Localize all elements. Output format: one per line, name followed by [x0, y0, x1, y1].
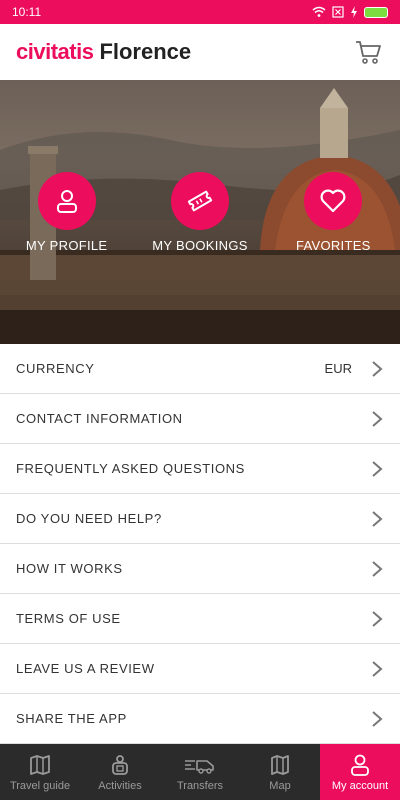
status-time: 10:11: [12, 5, 42, 19]
app-logo: civitatis Florence: [16, 39, 352, 65]
tab-travel-guide[interactable]: Travel guide: [0, 744, 80, 800]
currency-value: EUR: [324, 361, 352, 376]
my-bookings-circle: [170, 172, 229, 230]
tab-label: My account: [331, 779, 389, 792]
charging-icon: [351, 6, 357, 18]
my-bookings-button[interactable]: MY BOOKINGS: [135, 172, 265, 253]
chevron-right-icon: [372, 610, 383, 627]
tab-label: Activities: [98, 779, 142, 792]
chevron-right-icon: [372, 410, 383, 427]
menu-item-need-help[interactable]: DO YOU NEED HELP?: [0, 494, 400, 544]
app-header: civitatis Florence: [0, 24, 400, 80]
battery-icon: [364, 6, 388, 18]
menu-item-leave-review[interactable]: LEAVE US A REVIEW: [0, 644, 400, 694]
chevron-right-icon: [372, 460, 383, 477]
tab-my-account[interactable]: My account: [320, 744, 400, 800]
menu-item-currency[interactable]: CURRENCY EUR: [0, 344, 400, 394]
tab-label: Map: [269, 779, 291, 792]
chevron-right-icon: [372, 510, 383, 527]
menu-item-share-app[interactable]: SHARE THE APP: [0, 694, 400, 744]
my-profile-label: MY PROFILE: [25, 238, 108, 253]
hero-banner: MY PROFILE MY BOOKINGS FAVORITES: [0, 80, 400, 344]
menu-item-label: CONTACT INFORMATION: [16, 411, 183, 426]
menu-item-label: FREQUENTLY ASKED QUESTIONS: [16, 461, 245, 476]
menu-item-how-it-works[interactable]: HOW IT WORKS: [0, 544, 400, 594]
chevron-right-icon: [372, 710, 383, 727]
account-menu: CURRENCY EUR CONTACT INFORMATION FREQUEN…: [0, 344, 400, 744]
cart-icon: [356, 41, 381, 64]
my-profile-circle: [37, 172, 96, 230]
tab-activities[interactable]: Activities: [80, 744, 160, 800]
my-bookings-label: MY BOOKINGS: [152, 238, 248, 253]
menu-item-label: CURRENCY: [16, 361, 95, 376]
chevron-right-icon: [372, 560, 383, 577]
menu-item-faq[interactable]: FREQUENTLY ASKED QUESTIONS: [0, 444, 400, 494]
my-account-screen: 10:11 civitatis Florence MY PROFILE MY B…: [0, 0, 400, 800]
activity-icon: [112, 754, 128, 775]
my-profile-button[interactable]: MY PROFILE: [2, 172, 132, 253]
user-icon: [56, 190, 77, 213]
status-icons: [312, 6, 388, 18]
menu-item-label: SHARE THE APP: [16, 711, 127, 726]
menu-item-label: TERMS OF USE: [16, 611, 121, 626]
menu-item-label: LEAVE US A REVIEW: [16, 661, 155, 676]
tab-map[interactable]: Map: [240, 744, 320, 800]
brand-name: civitatis: [16, 39, 94, 64]
tab-transfers[interactable]: Transfers: [160, 744, 240, 800]
favorites-label: FAVORITES: [295, 238, 371, 253]
map-icon: [271, 754, 289, 775]
menu-item-label: DO YOU NEED HELP?: [16, 511, 162, 526]
chevron-right-icon: [372, 360, 383, 377]
user-icon: [351, 754, 369, 776]
cart-button[interactable]: [352, 36, 384, 68]
tab-label: Travel guide: [9, 779, 71, 792]
favorites-button[interactable]: FAVORITES: [268, 172, 398, 253]
hero-actions: MY PROFILE MY BOOKINGS FAVORITES: [0, 172, 400, 253]
menu-item-terms-of-use[interactable]: TERMS OF USE: [0, 594, 400, 644]
favorites-circle: [304, 172, 363, 230]
heart-icon: [320, 189, 346, 213]
sim-icon: [332, 6, 344, 18]
ticket-icon: [187, 190, 213, 212]
city-name: Florence: [99, 39, 192, 64]
map-fold-icon: [30, 754, 50, 775]
menu-item-label: HOW IT WORKS: [16, 561, 123, 576]
transfer-icon: [185, 759, 214, 774]
wifi-icon: [312, 6, 326, 17]
menu-item-contact-information[interactable]: CONTACT INFORMATION: [0, 394, 400, 444]
status-bar: 10:11: [0, 0, 400, 24]
chevron-right-icon: [372, 660, 383, 677]
bottom-navigation: Travel guide Activities Transfers Map My…: [0, 744, 400, 800]
tab-label: Transfers: [176, 779, 224, 792]
